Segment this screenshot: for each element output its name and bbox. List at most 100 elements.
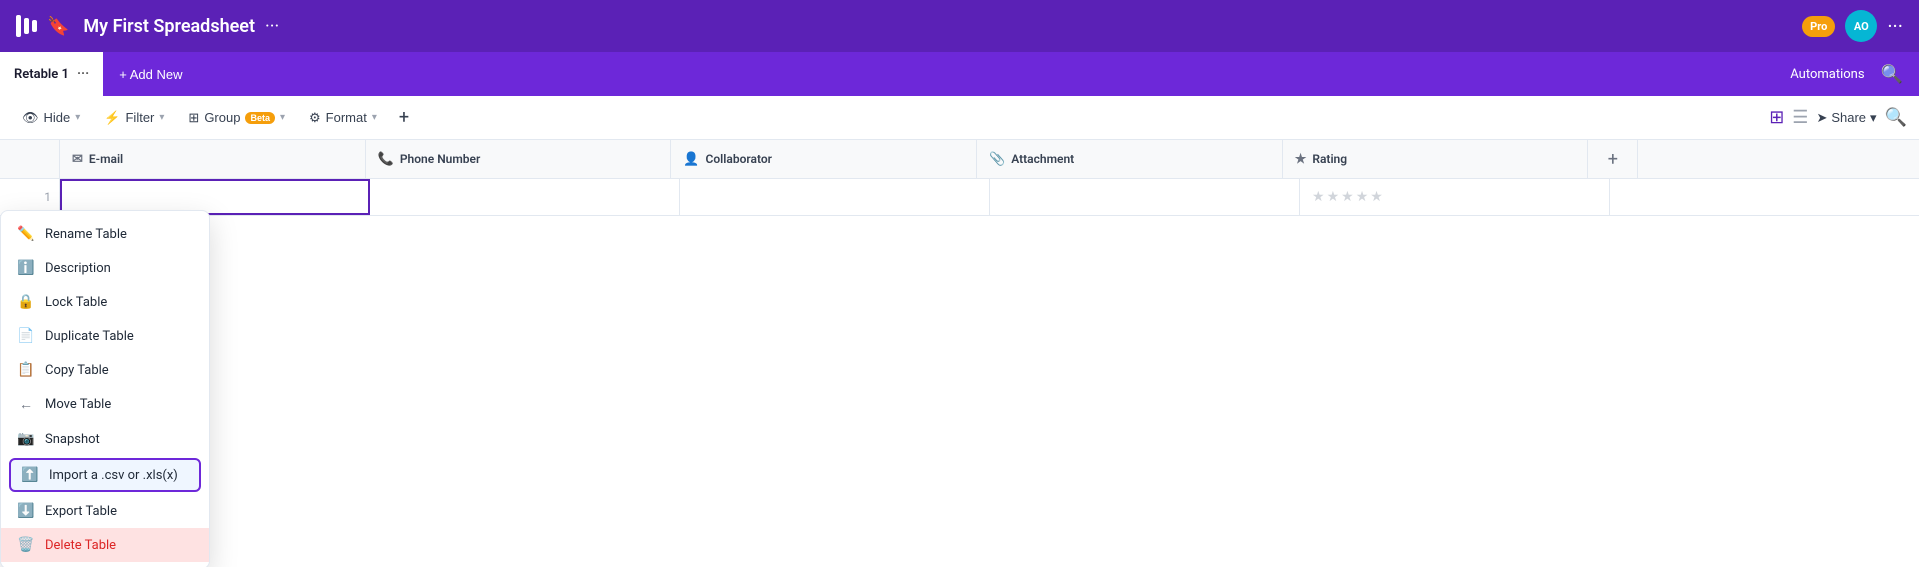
snapshot-icon: 📷 bbox=[17, 431, 35, 447]
email-col-label: E-mail bbox=[89, 152, 123, 166]
menu-item-export[interactable]: ⬇️ Export Table bbox=[1, 494, 209, 528]
attachment-col-icon: 📎 bbox=[989, 152, 1005, 167]
table-area: ✉ E-mail 📞 Phone Number 👤 Collaborator 📎… bbox=[0, 140, 1919, 216]
filter-button[interactable]: ⚡ Filter ▾ bbox=[94, 105, 174, 131]
avatar[interactable]: AO bbox=[1845, 10, 1877, 42]
menu-item-snapshot[interactable]: 📷 Snapshot bbox=[1, 422, 209, 456]
hide-chevron: ▾ bbox=[75, 112, 80, 123]
add-view-button[interactable]: + bbox=[391, 103, 417, 132]
top-search-icon[interactable]: 🔍 bbox=[1881, 64, 1903, 85]
delete-icon: 🗑️ bbox=[17, 537, 35, 553]
share-label: Share bbox=[1831, 110, 1866, 125]
toolbar-left: 👁 Hide ▾ ⚡ Filter ▾ ⊞ Group Beta ▾ ⚙ For… bbox=[12, 103, 417, 132]
star-1: ★ bbox=[1312, 189, 1325, 205]
delete-label: Delete Table bbox=[45, 538, 116, 553]
format-button[interactable]: ⚙ Format ▾ bbox=[299, 105, 387, 131]
tab-label: Retable 1 bbox=[14, 67, 69, 82]
move-label: Move Table bbox=[45, 397, 111, 412]
col-header-collaborator: 👤 Collaborator bbox=[671, 140, 977, 178]
export-label: Export Table bbox=[45, 504, 117, 519]
grid-view-button[interactable]: ⊞ bbox=[1769, 107, 1784, 128]
filter-label: Filter bbox=[125, 110, 154, 125]
hide-button[interactable]: 👁 Hide ▾ bbox=[12, 105, 90, 131]
app-more-button[interactable]: ··· bbox=[265, 16, 279, 37]
move-icon: ← bbox=[17, 396, 35, 413]
nav-right: Pro AO ··· bbox=[1802, 10, 1903, 42]
menu-item-duplicate[interactable]: 📄 Duplicate Table bbox=[1, 319, 209, 353]
cell-rating-1[interactable]: ★ ★ ★ ★ ★ bbox=[1300, 179, 1610, 215]
description-icon: ℹ️ bbox=[17, 260, 35, 276]
row-num-header bbox=[0, 140, 60, 178]
tab-more-button[interactable]: ··· bbox=[77, 66, 89, 82]
phone-col-icon: 📞 bbox=[378, 152, 394, 167]
menu-item-copy[interactable]: 📋 Copy Table bbox=[1, 353, 209, 387]
share-button[interactable]: ➤ Share ▾ bbox=[1816, 110, 1876, 126]
menu-item-description[interactable]: ℹ️ Description bbox=[1, 251, 209, 285]
automations-button[interactable]: Automations bbox=[1790, 67, 1864, 82]
menu-item-delete[interactable]: 🗑️ Delete Table bbox=[1, 528, 209, 562]
cell-collaborator-1[interactable] bbox=[680, 179, 990, 215]
table-row: 1 ★ ★ ★ ★ ★ bbox=[0, 179, 1919, 216]
lock-icon: 🔒 bbox=[17, 294, 35, 310]
top-more-button[interactable]: ··· bbox=[1887, 14, 1903, 38]
rating-col-label: Rating bbox=[1312, 152, 1347, 166]
filter-icon: ⚡ bbox=[104, 110, 120, 126]
add-new-button[interactable]: + Add New bbox=[103, 52, 198, 96]
nav-left: 🔖 My First Spreadsheet ··· bbox=[16, 15, 279, 37]
logo-bar-1 bbox=[16, 15, 21, 37]
hide-icon: 👁 bbox=[22, 110, 39, 126]
tab-retable1[interactable]: Retable 1 ··· bbox=[0, 52, 103, 96]
cell-attachment-1[interactable] bbox=[990, 179, 1300, 215]
pro-badge: Pro bbox=[1802, 16, 1835, 37]
menu-item-rename[interactable]: ✏️ Rename Table bbox=[1, 217, 209, 251]
group-button[interactable]: ⊞ Group Beta ▾ bbox=[178, 105, 295, 131]
lock-label: Lock Table bbox=[45, 295, 107, 310]
star-2: ★ bbox=[1327, 189, 1340, 205]
group-chevron: ▾ bbox=[280, 112, 285, 123]
format-label: Format bbox=[326, 110, 367, 125]
snapshot-label: Snapshot bbox=[45, 432, 100, 447]
rating-col-icon: ★ bbox=[1295, 152, 1307, 167]
collaborator-col-label: Collaborator bbox=[706, 152, 772, 166]
logo-bar-2 bbox=[24, 18, 29, 34]
toolbar-right: ⊞ ☰ ➤ Share ▾ 🔍 bbox=[1769, 107, 1907, 128]
import-label: Import a .csv or .xls(x) bbox=[49, 468, 178, 483]
context-menu: ✏️ Rename Table ℹ️ Description 🔒 Lock Ta… bbox=[0, 210, 210, 567]
share-chevron: ▾ bbox=[1870, 110, 1877, 126]
top-nav: 🔖 My First Spreadsheet ··· Pro AO ··· bbox=[0, 0, 1919, 52]
logo bbox=[16, 15, 37, 37]
copy-icon: 📋 bbox=[17, 362, 35, 378]
attachment-col-label: Attachment bbox=[1011, 152, 1074, 166]
share-icon: ➤ bbox=[1816, 110, 1827, 126]
description-label: Description bbox=[45, 261, 111, 276]
tab-bar: Retable 1 ··· + Add New Automations 🔍 bbox=[0, 52, 1919, 96]
filter-chevron: ▾ bbox=[159, 112, 164, 123]
star-5: ★ bbox=[1370, 189, 1383, 205]
collaborator-col-icon: 👤 bbox=[683, 152, 699, 167]
duplicate-label: Duplicate Table bbox=[45, 329, 134, 344]
toolbar-search-icon[interactable]: 🔍 bbox=[1885, 107, 1907, 128]
add-column-button[interactable]: + bbox=[1588, 140, 1638, 178]
menu-item-lock[interactable]: 🔒 Lock Table bbox=[1, 285, 209, 319]
cell-extra-1[interactable] bbox=[1610, 179, 1919, 215]
col-header-attachment: 📎 Attachment bbox=[977, 140, 1283, 178]
tab-bar-left: Retable 1 ··· + Add New bbox=[0, 52, 199, 96]
import-icon: ⬆️ bbox=[21, 467, 39, 483]
menu-item-move[interactable]: ← Move Table bbox=[1, 387, 209, 422]
email-col-icon: ✉ bbox=[72, 152, 83, 167]
col-header-rating: ★ Rating bbox=[1283, 140, 1589, 178]
col-header-email: ✉ E-mail bbox=[60, 140, 366, 178]
toolbar: 👁 Hide ▾ ⚡ Filter ▾ ⊞ Group Beta ▾ ⚙ For… bbox=[0, 96, 1919, 140]
list-view-button[interactable]: ☰ bbox=[1792, 107, 1808, 128]
hide-label: Hide bbox=[44, 110, 71, 125]
phone-col-label: Phone Number bbox=[400, 152, 480, 166]
group-icon: ⊞ bbox=[188, 110, 199, 126]
export-icon: ⬇️ bbox=[17, 503, 35, 519]
extra-col bbox=[1638, 140, 1919, 178]
rating-stars: ★ ★ ★ ★ ★ bbox=[1312, 189, 1383, 205]
menu-item-import[interactable]: ⬆️ Import a .csv or .xls(x) bbox=[9, 458, 201, 492]
star-3: ★ bbox=[1341, 189, 1354, 205]
cell-phone-1[interactable] bbox=[370, 179, 680, 215]
star-4: ★ bbox=[1356, 189, 1369, 205]
rename-label: Rename Table bbox=[45, 227, 127, 242]
